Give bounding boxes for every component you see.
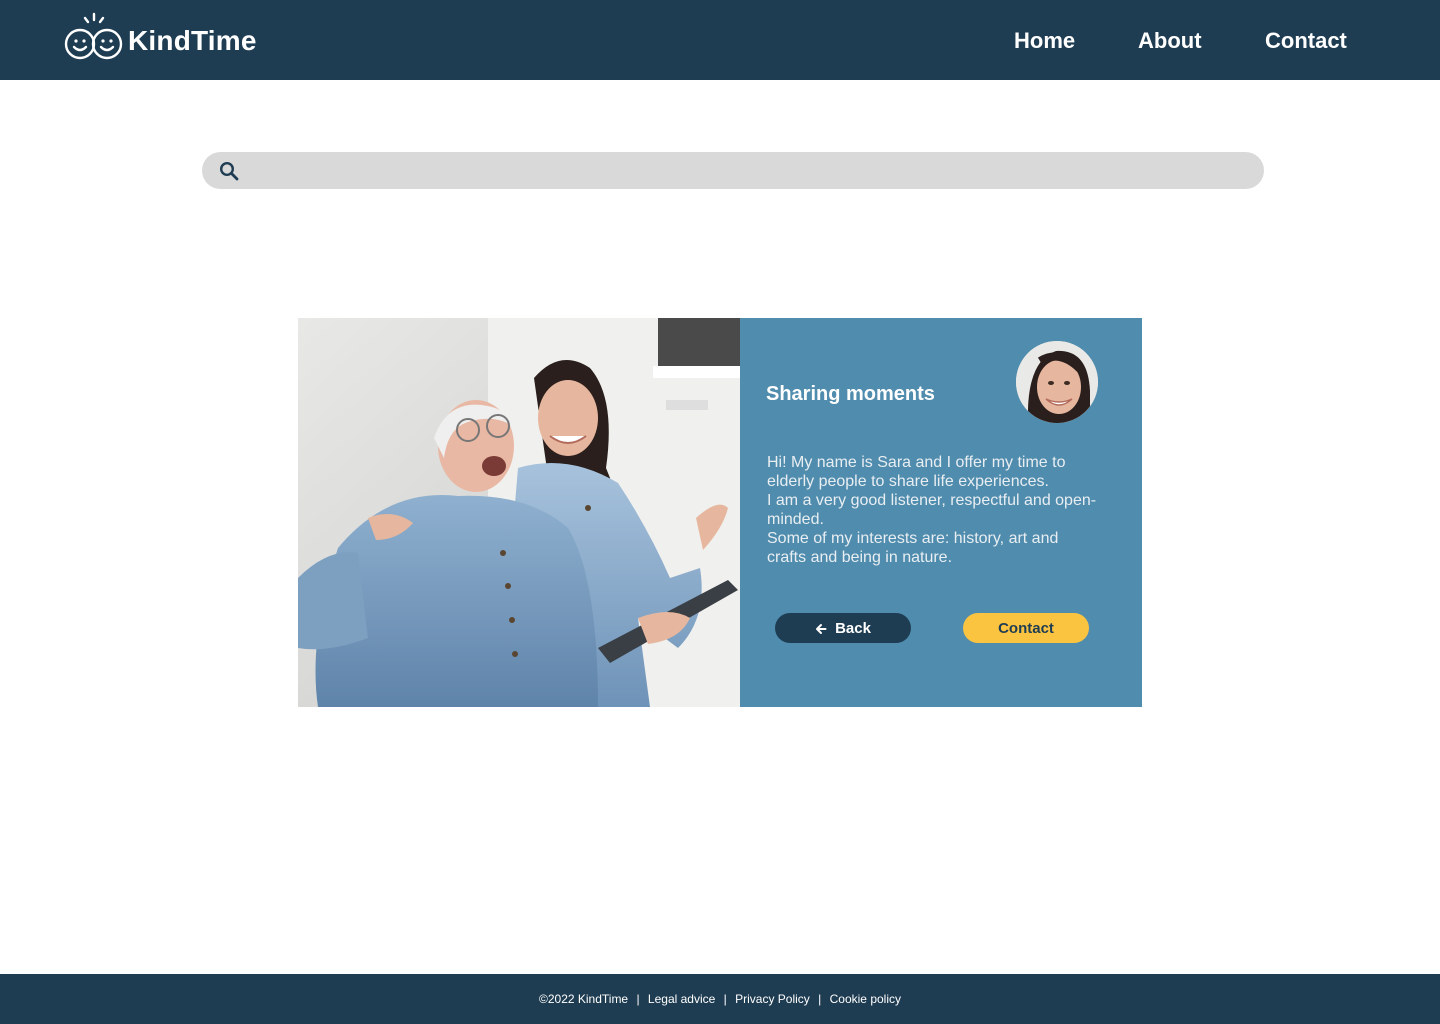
avatar xyxy=(1016,341,1098,423)
site-header: KindTime Home About Contact xyxy=(0,0,1440,80)
privacy-policy-link[interactable]: Privacy Policy xyxy=(735,992,810,1006)
divider: | xyxy=(636,992,640,1006)
legal-advice-link[interactable]: Legal advice xyxy=(648,992,715,1006)
search-input[interactable] xyxy=(250,152,1250,189)
main-nav: Home About Contact xyxy=(0,28,1440,56)
search-icon[interactable] xyxy=(218,160,240,182)
profile-photo xyxy=(298,318,740,707)
profile-bio: Hi! My name is Sara and I offer my time … xyxy=(767,453,1097,567)
contact-button[interactable]: Contact xyxy=(963,613,1089,643)
search-bar xyxy=(202,152,1264,189)
nav-contact-link[interactable]: Contact xyxy=(1265,28,1347,54)
back-button-label: Back xyxy=(835,619,871,637)
footer-links: ©2022 KindTime | Legal advice | Privacy … xyxy=(0,991,1440,1007)
bio-paragraph: Some of my interests are: history, art a… xyxy=(767,530,1059,566)
cookie-policy-link[interactable]: Cookie policy xyxy=(830,992,901,1006)
copyright-text: ©2022 KindTime xyxy=(539,992,629,1006)
profile-details-panel: Sharing moments Hi! My name is Sara and … xyxy=(740,318,1142,707)
profile-title: Sharing moments xyxy=(766,383,935,405)
back-button[interactable]: Back xyxy=(775,613,911,643)
divider: | xyxy=(818,992,822,1006)
nav-home-link[interactable]: Home xyxy=(1014,28,1075,54)
site-footer: ©2022 KindTime | Legal advice | Privacy … xyxy=(0,974,1440,1024)
bio-paragraph: I am a very good listener, respectful an… xyxy=(767,492,1097,528)
divider: | xyxy=(723,992,727,1006)
profile-card: Sharing moments Hi! My name is Sara and … xyxy=(298,318,1142,707)
bio-paragraph: Hi! My name is Sara and I offer my time … xyxy=(767,454,1066,490)
arrow-left-icon xyxy=(815,622,827,634)
nav-about-link[interactable]: About xyxy=(1138,28,1202,54)
